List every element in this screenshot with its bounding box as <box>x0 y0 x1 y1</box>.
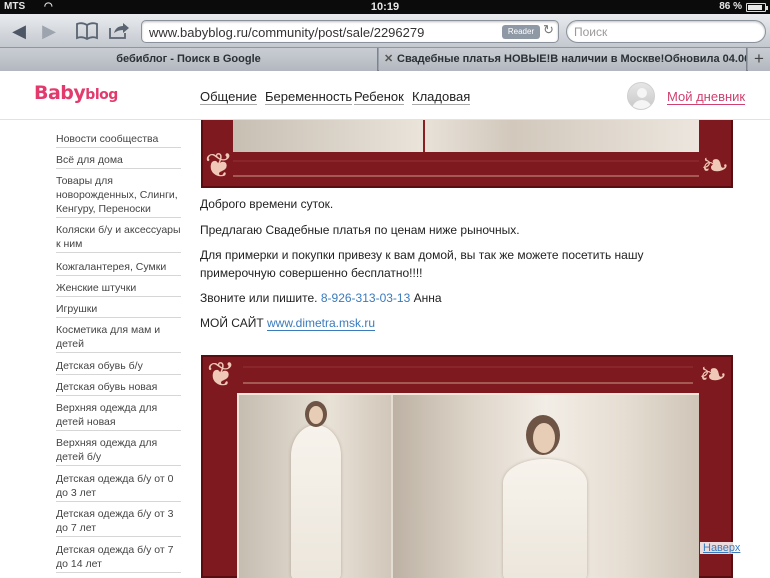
dress-photo-bottom: ❦ ❧ <box>201 355 733 578</box>
ornament-icon: ❧ <box>698 356 728 394</box>
ornament-icon: ❦ <box>206 356 236 394</box>
sidebar-item[interactable]: Женские штучки <box>56 281 181 297</box>
frame-border-ornament <box>243 366 693 384</box>
site-prefix: МОЙ САЙТ <box>200 316 264 330</box>
nav-link-pregnancy[interactable]: Беременность <box>265 89 353 105</box>
close-icon[interactable]: ✕ <box>384 48 393 71</box>
sidebar-item[interactable]: Всё для дома <box>56 153 181 169</box>
status-bar: MTS ◠ 10:19 86 % <box>0 0 770 14</box>
search-box[interactable] <box>566 20 766 43</box>
bookmarks-icon[interactable] <box>72 17 102 45</box>
my-diary-link[interactable]: Мой дневник <box>667 89 746 105</box>
dress-photo-image <box>237 393 699 578</box>
sidebar-item[interactable]: Новости сообщества <box>56 132 181 148</box>
photo-panel-left <box>239 395 391 578</box>
address-bar[interactable]: www.babyblog.ru/community/post/sale/2296… <box>141 20 559 43</box>
avatar[interactable] <box>627 82 655 110</box>
logo-text-blog: blog <box>85 87 118 103</box>
sidebar-item[interactable]: Кожгалантерея, Сумки <box>56 260 181 276</box>
reload-icon[interactable]: ↻ <box>543 22 554 38</box>
battery-icon <box>746 3 768 12</box>
post-greeting: Доброго времени суток. <box>200 197 334 211</box>
sidebar-item[interactable]: Детская одежда б/у от 3 до 7 лет <box>56 507 181 537</box>
logo-text-baby: Baby <box>34 82 86 104</box>
new-tab-icon[interactable]: + <box>748 48 770 71</box>
sidebar-item[interactable]: Косметика для мам и детей <box>56 323 181 353</box>
tab-google-search[interactable]: бебиблог - Поиск в Google <box>0 48 378 71</box>
browser-toolbar: ◀ ▶ www.babyblog.ru/community/post/sale/… <box>0 14 770 48</box>
clock: 10:19 <box>370 1 400 13</box>
tab-bar: бебиблог - Поиск в Google ✕ Свадебные пл… <box>0 48 770 71</box>
tab-title: Свадебные платья НОВЫЕ!В наличии в Москв… <box>397 53 747 65</box>
back-to-top-link[interactable]: Наверх <box>700 542 744 554</box>
sidebar-item[interactable]: Верхняя одежда для детей новая <box>56 401 181 431</box>
post-site: МОЙ САЙТ www.dimetra.msk.ru <box>200 314 720 332</box>
battery-percent: 86 % <box>719 1 742 12</box>
dress-photo-top: ❦ ❧ <box>201 120 733 188</box>
contact-name: Анна <box>413 291 442 305</box>
phone-link[interactable]: 8-926-313-03-13 <box>321 291 410 305</box>
tab-title: бебиблог - Поиск в Google <box>116 53 261 65</box>
nav-link-storage[interactable]: Кладовая <box>412 89 471 105</box>
tab-wedding-dresses[interactable]: ✕ Свадебные платья НОВЫЕ!В наличии в Мос… <box>379 48 747 71</box>
nav-link-communication[interactable]: Общение <box>200 89 258 105</box>
photo-panel-right <box>393 395 699 578</box>
post-offer: Предлагаю Свадебные платья по ценам ниже… <box>200 223 520 237</box>
nav-link-child[interactable]: Ребенок <box>354 89 404 105</box>
ornament-icon: ❧ <box>700 147 730 185</box>
share-icon[interactable] <box>104 17 134 45</box>
post-fitting: Для примерки и покупки привезу к вам дом… <box>200 248 644 280</box>
post-contact: Звоните или пишите. 8-926-313-03-13 Анна <box>200 289 720 307</box>
dress-photo-image <box>233 120 699 152</box>
sidebar-item[interactable]: Детская одежда б/у от 7 до 14 лет <box>56 543 181 573</box>
sidebar-item[interactable]: Игрушки <box>56 302 181 318</box>
sidebar-item[interactable]: Детская одежда б/у от 0 до 3 лет <box>56 472 181 502</box>
sidebar-item[interactable]: Коляски б/у и аксессуары к ним <box>56 223 181 253</box>
frame-border-ornament <box>233 160 699 177</box>
site-header: Babyblog Общение Беременность Ребенок Кл… <box>0 72 770 120</box>
sidebar-item[interactable]: Товары для новорожденных, Слинги, Кенгур… <box>56 174 181 218</box>
forward-arrow-icon[interactable]: ▶ <box>34 17 64 45</box>
babyblog-logo[interactable]: Babyblog <box>34 82 118 104</box>
sidebar-item[interactable]: Верхняя одежда для детей б/у <box>56 436 181 466</box>
search-input[interactable] <box>574 23 754 40</box>
site-link[interactable]: www.dimetra.msk.ru <box>267 316 376 331</box>
sidebar-item[interactable]: Детская обувь б/у <box>56 359 181 375</box>
url-text: www.babyblog.ru/community/post/sale/2296… <box>149 25 425 40</box>
back-arrow-icon[interactable]: ◀ <box>4 17 34 45</box>
reader-button[interactable]: Reader <box>502 25 540 39</box>
contact-prefix: Звоните или пишите. <box>200 291 318 305</box>
sidebar-item[interactable]: Детская обувь новая <box>56 380 181 396</box>
